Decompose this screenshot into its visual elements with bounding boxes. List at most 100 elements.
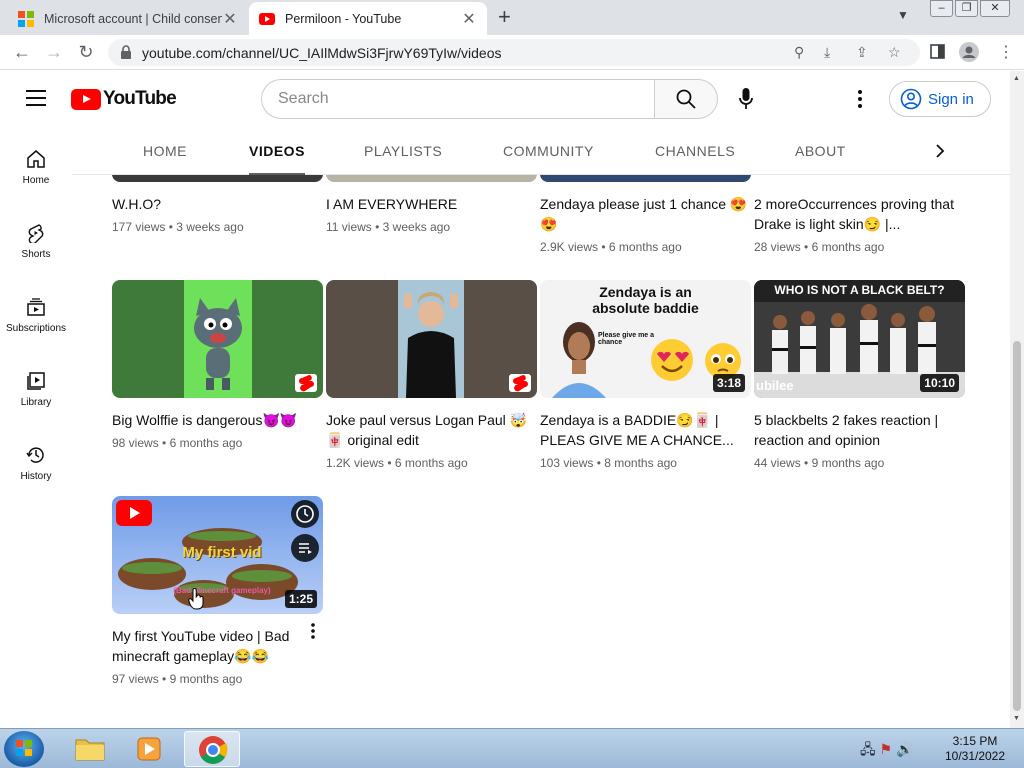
video-title[interactable]: Zendaya please just 1 chance 😍😍 xyxy=(540,194,751,234)
video-title[interactable]: Zendaya is a BADDIE😏🀄 | PLEAS GIVE ME A … xyxy=(540,410,751,450)
add-to-queue-button[interactable] xyxy=(291,534,319,562)
lock-icon xyxy=(121,45,131,59)
search-button[interactable] xyxy=(654,79,718,119)
voice-search-button[interactable] xyxy=(726,79,766,119)
window-controls: – ❐ ✕ xyxy=(928,0,1010,17)
start-button[interactable] xyxy=(4,731,44,767)
tab-microsoft-account[interactable]: Microsoft account | Child consent ✕ xyxy=(8,2,248,35)
queue-icon xyxy=(299,543,312,554)
video-title[interactable]: W.H.O? xyxy=(112,194,323,214)
install-icon[interactable]: ⤓ xyxy=(824,44,830,61)
tab-about[interactable]: ABOUT xyxy=(795,143,846,159)
reload-icon[interactable]: ↻ xyxy=(74,40,98,64)
sign-in-button[interactable]: Sign in xyxy=(889,81,991,117)
youtube-logo[interactable]: YouTube xyxy=(71,88,177,110)
video-title[interactable]: I AM EVERYWHERE xyxy=(326,194,537,214)
scroll-down-icon[interactable]: ▼ xyxy=(1013,715,1020,722)
video-meta: 103 views • 8 months ago xyxy=(540,456,677,470)
chevron-down-icon[interactable]: ▼ xyxy=(897,8,909,22)
guide-item-history[interactable]: History xyxy=(0,445,72,482)
guide-item-shorts[interactable]: Shorts xyxy=(0,223,72,260)
video-item[interactable]: Big Wolffie is dangerous😈😈 98 views • 6 … xyxy=(112,280,323,450)
sign-in-label: Sign in xyxy=(928,90,974,108)
tab-home[interactable]: HOME xyxy=(143,143,187,159)
logo-text: YouTube xyxy=(103,88,177,109)
close-tab-icon[interactable]: ✕ xyxy=(461,9,477,29)
thumb-text: (Bad Minecraft gameplay) xyxy=(173,586,271,595)
video-meta: 2.9K views • 6 months ago xyxy=(540,240,682,254)
video-thumbnail[interactable]: My first vid (Bad Minecraft gameplay) 1:… xyxy=(112,496,323,614)
home-icon xyxy=(27,150,45,168)
browser-menu-icon[interactable]: ⋮ xyxy=(998,42,1014,62)
share-icon[interactable]: ⇪ xyxy=(856,44,868,61)
youtube-logo-icon xyxy=(116,500,152,526)
search-icon[interactable]: ⚲ xyxy=(794,44,804,61)
tab-videos[interactable]: VIDEOS xyxy=(249,143,305,175)
side-panel-icon[interactable] xyxy=(930,44,945,59)
close-tab-icon[interactable]: ✕ xyxy=(222,9,238,29)
video-meta: 11 views • 3 weeks ago xyxy=(326,220,451,234)
shorts-icon xyxy=(513,375,528,392)
settings-menu-icon[interactable] xyxy=(852,89,868,109)
thumb-text: ubilee xyxy=(756,378,794,393)
tab-community[interactable]: COMMUNITY xyxy=(503,143,594,159)
video-duration: 3:18 xyxy=(712,374,745,392)
tab-playlists[interactable]: PLAYLISTS xyxy=(364,143,442,159)
video-item[interactable]: Joke paul versus Logan Paul 🤯🀄 original … xyxy=(326,280,537,470)
guide-item-subscriptions[interactable]: Subscriptions xyxy=(0,297,72,334)
scroll-up-icon[interactable]: ▲ xyxy=(1013,75,1020,82)
taskbar-clock[interactable]: 3:15 PM 10/31/2022 xyxy=(940,734,1010,764)
guide-menu-icon[interactable] xyxy=(26,90,46,106)
forward-icon[interactable]: → xyxy=(42,40,66,64)
watch-later-button[interactable] xyxy=(291,500,319,528)
volume-icon[interactable]: 🔊 xyxy=(896,741,913,757)
action-center-flag-icon[interactable]: ⚑ xyxy=(880,741,893,757)
media-player-icon xyxy=(137,737,161,761)
video-title[interactable]: My first YouTube video | Bad minecraft g… xyxy=(112,626,323,666)
video-item[interactable]: WHO IS NOT A BLACK BELT? ubilee 10:10 5 … xyxy=(754,280,965,470)
video-thumbnail[interactable]: WHO IS NOT A BLACK BELT? ubilee 10:10 xyxy=(754,280,965,398)
video-thumbnail[interactable]: Zendaya is an absolute baddie Please giv… xyxy=(540,280,751,398)
chevron-right-icon[interactable] xyxy=(930,141,950,161)
tab-title: Microsoft account | Child consent xyxy=(44,11,222,26)
maximize-icon[interactable]: ❐ xyxy=(955,0,978,17)
clock-icon xyxy=(296,505,314,523)
new-tab-button[interactable]: + xyxy=(498,5,511,29)
video-thumbnail[interactable] xyxy=(112,280,323,398)
search-input[interactable]: Search xyxy=(261,79,655,119)
minimize-icon[interactable]: – xyxy=(930,0,953,17)
youtube-masthead: YouTube Search Sign in xyxy=(0,71,1010,127)
video-meta: 97 views • 9 months ago xyxy=(112,672,243,686)
video-item[interactable]: Zendaya is an absolute baddie Please giv… xyxy=(540,280,751,470)
taskbar-explorer[interactable] xyxy=(62,731,118,767)
video-thumbnail[interactable] xyxy=(326,280,537,398)
video-meta: 177 views • 3 weeks ago xyxy=(112,220,244,234)
back-icon[interactable]: ← xyxy=(10,40,34,64)
windows-logo-icon xyxy=(16,740,32,756)
bookmark-star-icon[interactable]: ☆ xyxy=(888,44,901,61)
video-item[interactable]: My first vid (Bad Minecraft gameplay) 1:… xyxy=(112,496,323,686)
system-tray: 🖧 ⚑ 🔊 xyxy=(860,739,913,763)
taskbar-chrome[interactable] xyxy=(184,731,240,767)
guide-item-home[interactable]: Home xyxy=(0,149,72,186)
video-title[interactable]: 5 blackbelts 2 fakes reaction | reaction… xyxy=(754,410,965,450)
address-bar[interactable]: youtube.com/channel/UC_IAIlMdwSi3FjrwY69… xyxy=(108,39,920,66)
library-icon xyxy=(27,372,45,390)
video-title[interactable]: Joke paul versus Logan Paul 🤯🀄 original … xyxy=(326,410,537,450)
tab-channels[interactable]: CHANNELS xyxy=(655,143,735,159)
video-title[interactable]: Big Wolffie is dangerous😈😈 xyxy=(112,410,323,430)
close-window-icon[interactable]: ✕ xyxy=(980,0,1010,17)
guide-item-library[interactable]: Library xyxy=(0,371,72,408)
taskbar-media-player[interactable] xyxy=(122,731,178,767)
channel-tabs: HOME VIDEOS PLAYLISTS COMMUNITY CHANNELS… xyxy=(72,127,1010,175)
thumb-text: absolute baddie xyxy=(592,300,699,316)
guide-label: Library xyxy=(20,397,52,408)
tab-youtube[interactable]: Permiloon - YouTube ✕ xyxy=(249,2,487,35)
profile-icon[interactable] xyxy=(959,42,979,62)
scrollbar-thumb[interactable] xyxy=(1013,341,1021,711)
network-icon[interactable]: 🖧 xyxy=(860,741,876,757)
page-scrollbar[interactable]: ▲ ▼ xyxy=(1010,71,1024,728)
video-title[interactable]: 2 moreOccurrences proving that Drake is … xyxy=(754,194,965,234)
microphone-icon xyxy=(739,88,753,109)
video-action-menu-icon[interactable] xyxy=(303,622,323,642)
